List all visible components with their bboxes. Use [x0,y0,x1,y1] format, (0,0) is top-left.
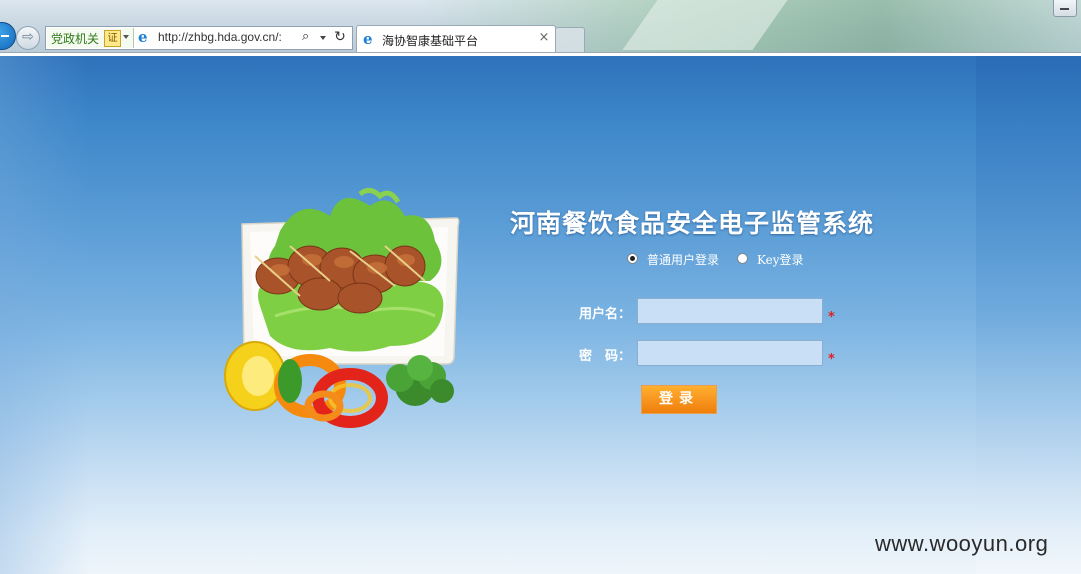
ie-favicon-icon: e [138,28,148,46]
page-background-left [0,56,90,574]
chevron-down-icon [123,35,129,39]
forward-arrow-icon: ⇨ [22,29,34,45]
search-dropdown-icon[interactable] [320,36,326,40]
search-icon[interactable]: ⌕ [302,29,316,45]
tab-title: 海协智康基础平台 [382,34,479,48]
watermark-text: www.wooyun.org [875,531,1049,556]
username-label: 用户名： [579,307,632,322]
ie-favicon-icon: e [363,30,373,48]
username-required-mark: * [828,310,835,325]
back-button[interactable] [0,22,16,50]
password-label: 密 码： [579,349,632,364]
login-page: 河南餐饮食品安全电子监管系统 普通用户登录 Key登录 用户名： * 密 码： … [0,56,1081,574]
browser-chrome: ⇨ 党政机关 证 e http://zhbg.hda.gov.cn/: ⌕ ↻ … [0,0,1081,56]
login-mode-normal-label: 普通用户登录 [647,253,720,267]
food-illustration [224,188,460,428]
login-mode-key[interactable]: Key登录 [737,251,827,269]
browser-tab[interactable]: e 海协智康基础平台 × [356,25,556,53]
login-mode-key-label: Key登录 [757,253,804,267]
url-text[interactable]: http://zhbg.hda.gov.cn/: [158,30,298,46]
security-badge[interactable]: 党政机关 证 [47,28,134,48]
minimize-icon[interactable] [1053,0,1077,17]
radio-key-login[interactable] [737,253,748,264]
radio-normal-user[interactable] [627,253,638,264]
login-mode-normal[interactable]: 普通用户登录 [627,251,747,269]
username-field[interactable] [637,298,823,324]
new-tab-button[interactable] [555,27,585,53]
security-badge-label: 党政机关 [51,32,100,46]
login-button[interactable]: 登录 [641,385,717,414]
forward-button[interactable]: ⇨ [16,26,40,50]
close-icon[interactable]: × [538,30,550,46]
refresh-icon[interactable]: ↻ [332,28,348,46]
password-required-mark: * [828,352,835,367]
system-title: 河南餐饮食品安全电子监管系统 [510,209,875,238]
address-bar[interactable]: 党政机关 证 e http://zhbg.hda.gov.cn/: ⌕ ↻ [45,26,353,50]
certificate-icon: 证 [104,30,121,47]
page-background-right [976,56,1081,574]
password-field[interactable] [637,340,823,366]
